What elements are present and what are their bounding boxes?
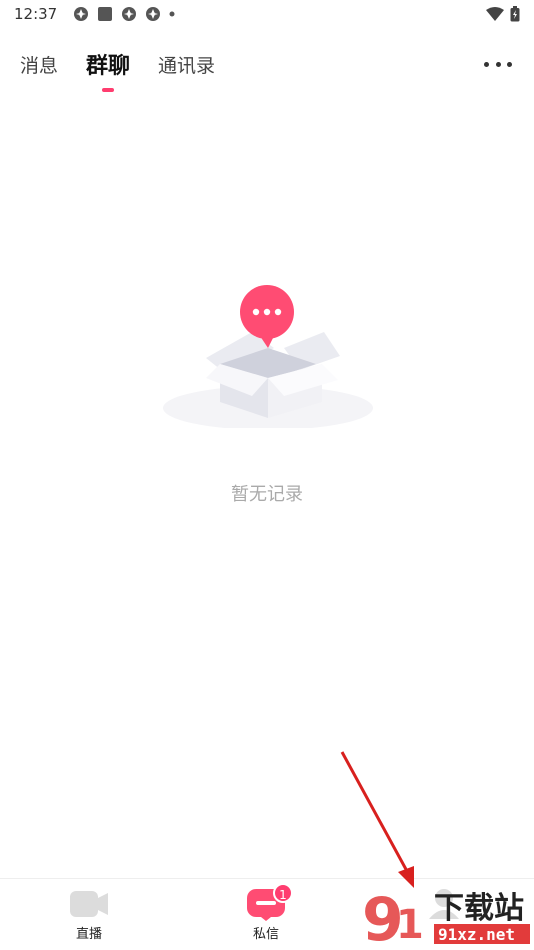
svg-text:1: 1 xyxy=(396,902,424,948)
nav-messages-label: 私信 xyxy=(252,927,279,942)
status-time: 12:37 xyxy=(14,5,58,23)
more-dot xyxy=(495,61,501,67)
more-dot xyxy=(484,61,489,67)
status-bar: 12:37 xyxy=(0,0,534,28)
status-notification-icons xyxy=(73,6,175,22)
notification-app-icon xyxy=(74,7,89,21)
notification-dot-icon xyxy=(169,11,175,17)
tab-messages[interactable]: 消息 xyxy=(20,51,58,78)
live-camera-icon xyxy=(70,887,108,919)
more-dot xyxy=(507,61,512,67)
tab-group-chat-label: 群聊 xyxy=(86,54,131,79)
status-system-icons xyxy=(486,6,520,22)
battery-icon xyxy=(510,6,520,22)
tab-contacts[interactable]: 通讯录 xyxy=(158,51,215,78)
tab-group-chat[interactable]: 群聊 xyxy=(86,48,131,92)
notification-app-icon xyxy=(146,7,161,21)
notification-app-icon xyxy=(122,7,137,21)
notification-square-icon xyxy=(98,7,113,21)
watermark-logo: 9 1 下载站 91xz.net xyxy=(362,885,530,948)
unread-badge: 1 xyxy=(273,883,293,903)
svg-text:91xz.net: 91xz.net xyxy=(438,925,515,944)
more-options-button[interactable] xyxy=(484,52,512,76)
nav-live-label: 直播 xyxy=(75,927,102,942)
messages-icon: 1 xyxy=(247,883,293,921)
top-tab-bar: 消息 群聊 通讯录 xyxy=(0,44,534,92)
svg-text:下载站: 下载站 xyxy=(434,891,524,926)
active-tab-indicator xyxy=(102,88,115,92)
tab-contacts-label: 通讯录 xyxy=(158,54,216,77)
annotation-arrow xyxy=(340,751,414,888)
tab-messages-label: 消息 xyxy=(20,54,59,77)
nav-messages[interactable]: 1 私信 xyxy=(236,883,296,942)
empty-state-text: 暂无记录 xyxy=(231,484,303,505)
empty-box-illustration xyxy=(163,285,373,428)
wifi-icon xyxy=(486,7,504,21)
nav-live[interactable]: 直播 xyxy=(59,887,119,942)
